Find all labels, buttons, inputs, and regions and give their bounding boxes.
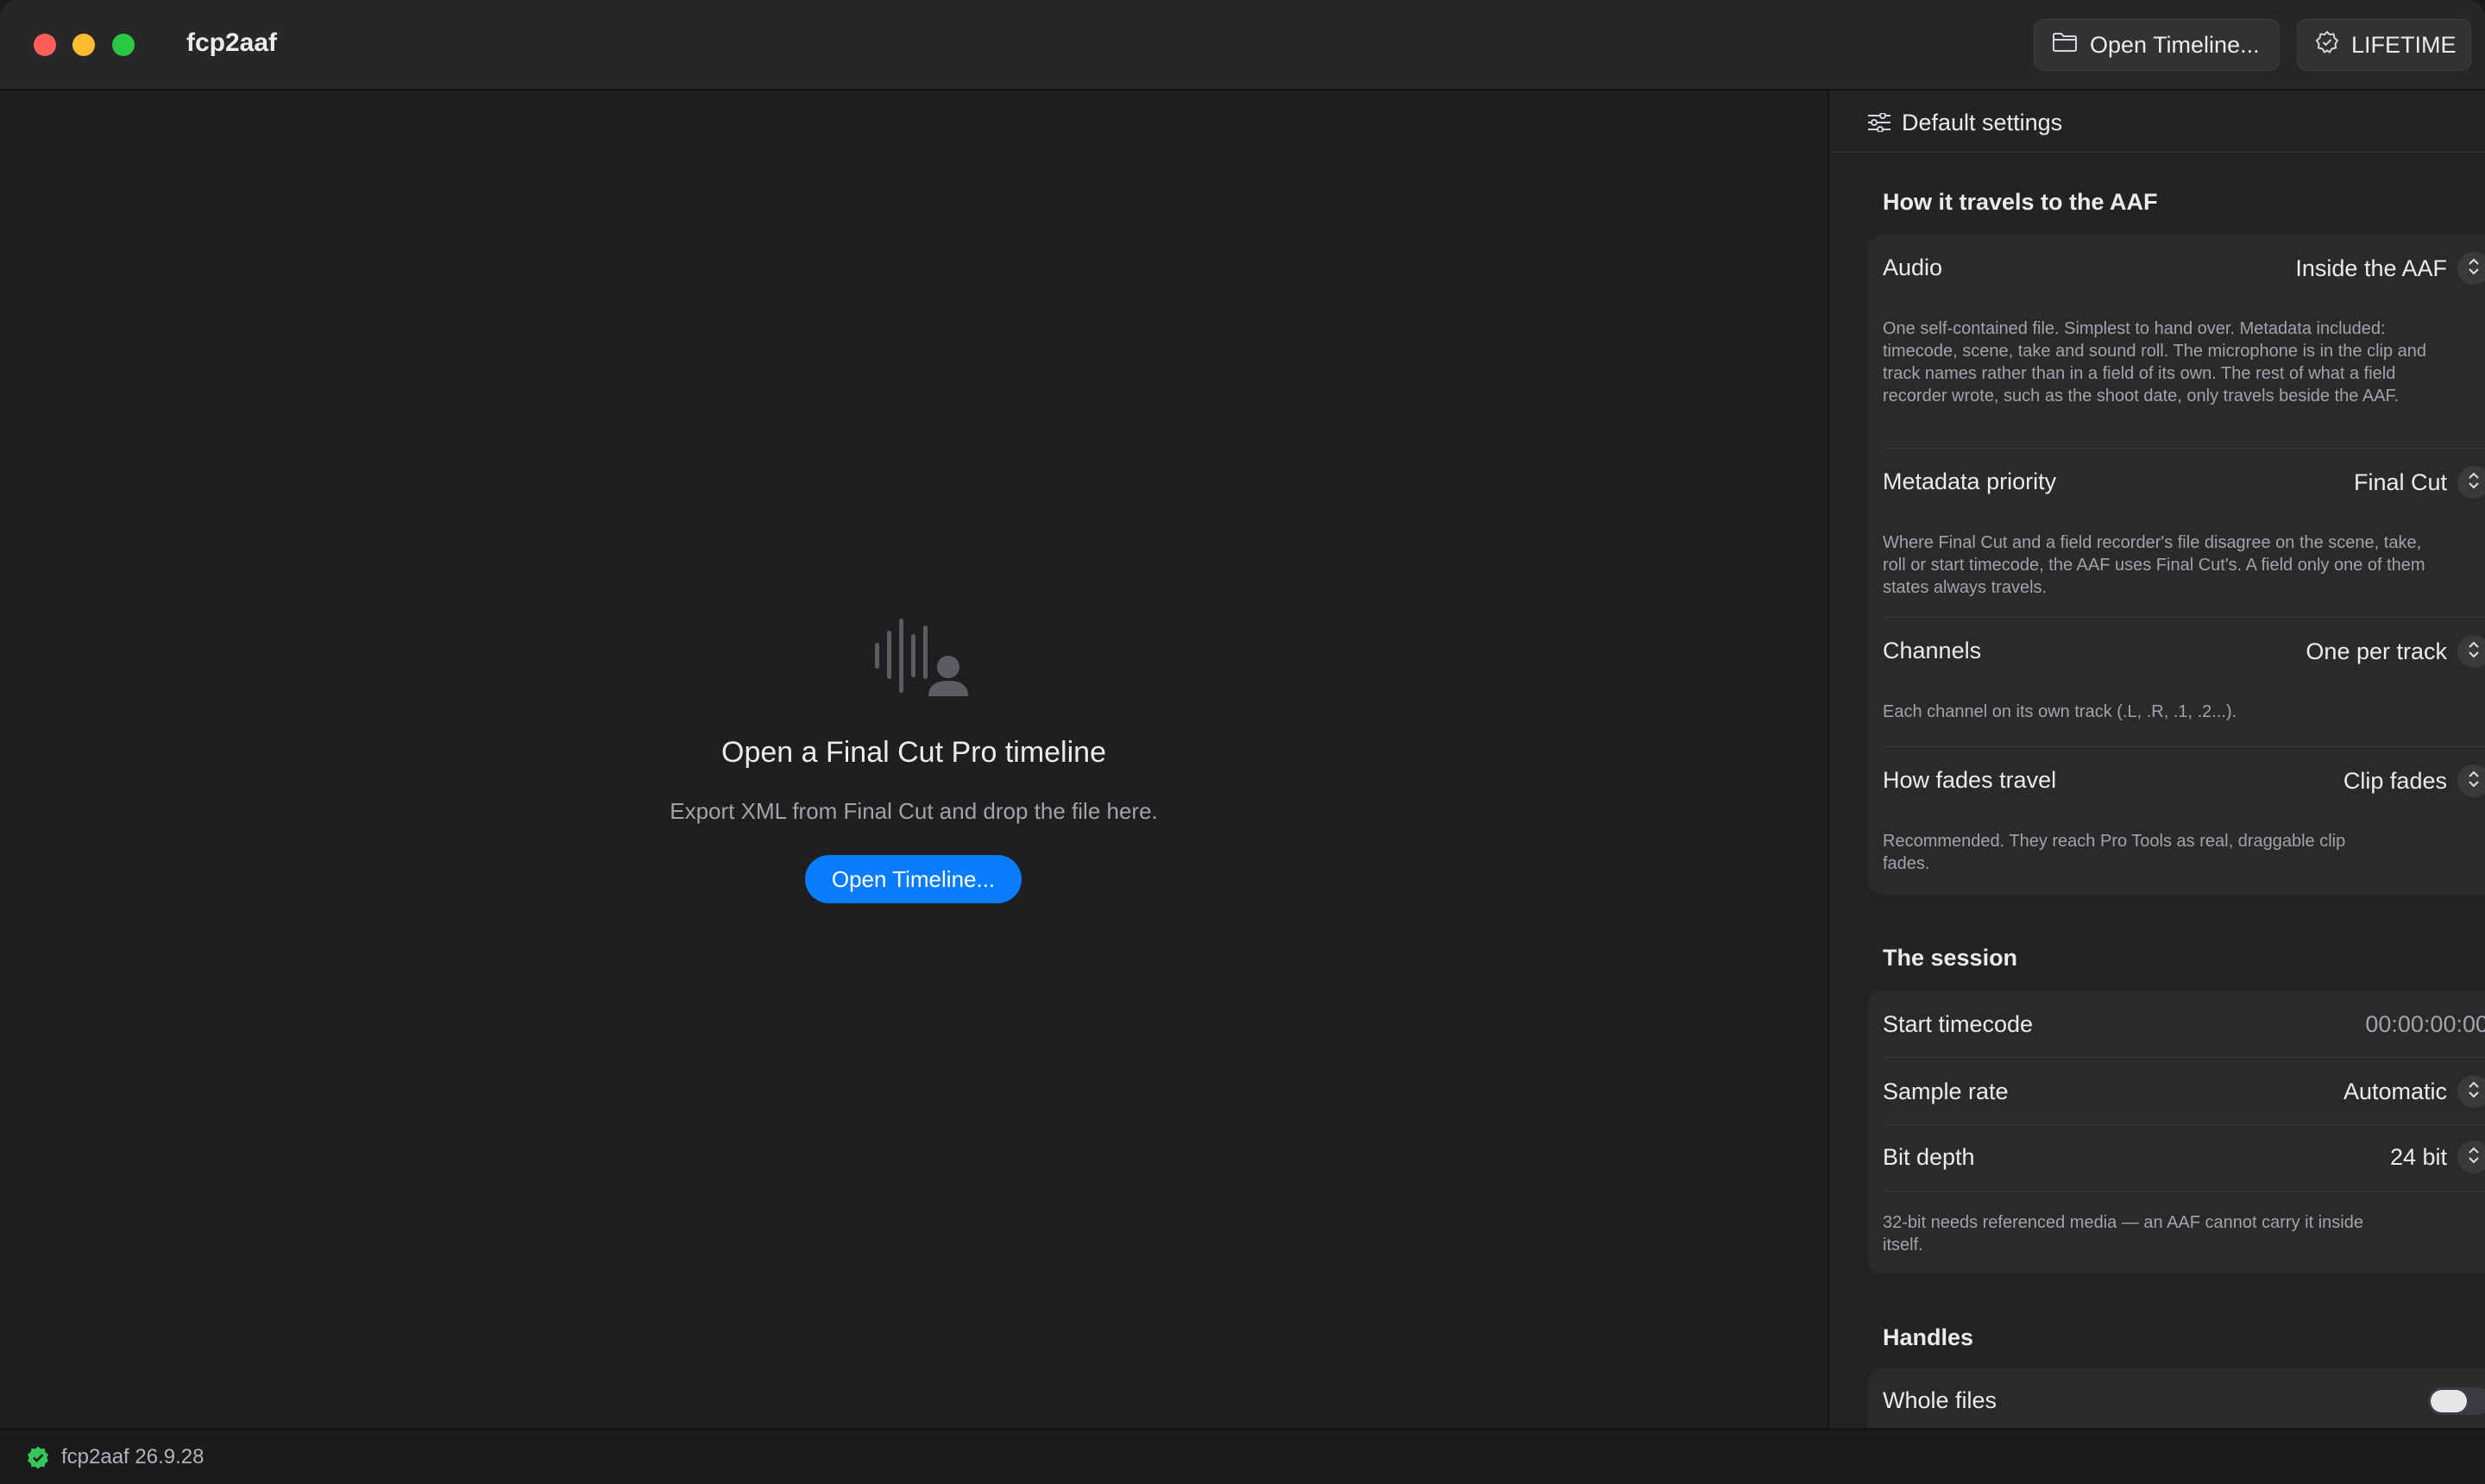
- audio-label: Audio: [1883, 255, 1943, 280]
- channels-value[interactable]: One per track: [2306, 638, 2447, 665]
- fades-description: Recommended. They reach Pro Tools as rea…: [1883, 832, 2346, 873]
- channels-stepper[interactable]: [2457, 635, 2485, 668]
- setting-row-bit-depth: Bit depth 24 bit 32-bit needs referenced…: [1867, 1125, 2485, 1273]
- toggle-knob: [2431, 1390, 2467, 1412]
- bit-depth-description: 32-bit needs referenced media — an AAF c…: [1883, 1213, 2363, 1254]
- metadata-priority-description: Where Final Cut and a field recorder's f…: [1883, 533, 2425, 597]
- metadata-priority-label: Metadata priority: [1883, 468, 2057, 494]
- metadata-priority-value[interactable]: Final Cut: [2354, 469, 2447, 496]
- handles-settings-group: Whole files: [1867, 1368, 2485, 1428]
- channels-description: Each channel on its own track (.L, .R, .…: [1883, 702, 2237, 721]
- timeline-drop-area[interactable]: Open a Final Cut Pro timeline Export XML…: [0, 91, 1828, 1428]
- chevron-up-down-icon: [2467, 640, 2481, 663]
- whole-files-label: Whole files: [1883, 1387, 1997, 1413]
- zoom-window-button[interactable]: [112, 34, 135, 56]
- session-settings-group: Start timecode 00:00:00:00 Sample rate A…: [1867, 990, 2485, 1273]
- settings-header-label: Default settings: [1902, 110, 2063, 135]
- folder-icon: [2052, 32, 2078, 59]
- toolbar-open-timeline-label: Open Timeline...: [2090, 31, 2260, 58]
- lifetime-label: LIFETIME: [2351, 31, 2457, 58]
- title-bar: fcp2aaf Open Timeline... LIFETIME: [0, 0, 2485, 91]
- setting-row-channels: Channels One per track Each channel on i…: [1867, 618, 2485, 747]
- verified-check-icon: [26, 1445, 50, 1474]
- bit-depth-value[interactable]: 24 bit: [2390, 1144, 2447, 1171]
- settings-sidebar: Default settings How it travels to the A…: [1828, 91, 2485, 1428]
- whole-files-toggle[interactable]: [2428, 1387, 2485, 1415]
- fades-stepper[interactable]: [2457, 764, 2485, 797]
- empty-state-subtitle: Export XML from Final Cut and drop the f…: [670, 798, 1158, 824]
- start-timecode-value[interactable]: 00:00:00:00: [2365, 1011, 2485, 1038]
- setting-row-fades: How fades travel Clip fades Recommended.…: [1867, 747, 2485, 895]
- app-window: fcp2aaf Open Timeline... LIFETIME Open a…: [0, 0, 2485, 1484]
- setting-row-start-timecode: Start timecode 00:00:00:00: [1867, 990, 2485, 1058]
- minimize-window-button[interactable]: [72, 34, 95, 56]
- setting-row-sample-rate: Sample rate Automatic: [1867, 1058, 2485, 1125]
- chevron-up-down-icon: [2467, 1146, 2481, 1169]
- empty-state-title: Open a Final Cut Pro timeline: [721, 736, 1106, 769]
- version-label: fcp2aaf 26.9.28: [61, 1445, 204, 1468]
- chevron-up-down-icon: [2467, 257, 2481, 280]
- bit-depth-stepper[interactable]: [2457, 1141, 2485, 1173]
- sample-rate-label: Sample rate: [1883, 1078, 2009, 1104]
- section-title-session: The session: [1883, 945, 2018, 971]
- fades-label: How fades travel: [1883, 767, 2057, 793]
- settings-header: Default settings: [1829, 91, 2485, 153]
- divider: [1883, 1191, 2485, 1192]
- channels-label: Channels: [1883, 638, 1982, 663]
- sample-rate-value[interactable]: Automatic: [2343, 1078, 2447, 1105]
- chevron-up-down-icon: [2467, 770, 2481, 793]
- metadata-priority-stepper[interactable]: [2457, 466, 2485, 499]
- setting-row-whole-files: Whole files: [1867, 1368, 2485, 1428]
- audio-stepper[interactable]: [2457, 252, 2485, 285]
- start-timecode-label: Start timecode: [1883, 1011, 2034, 1037]
- sliders-icon: [1867, 112, 1891, 136]
- chevron-up-down-icon: [2467, 471, 2481, 494]
- sample-rate-stepper[interactable]: [2457, 1075, 2485, 1108]
- chevron-up-down-icon: [2467, 1080, 2481, 1104]
- audio-value[interactable]: Inside the AAF: [2295, 255, 2447, 282]
- setting-row-metadata-priority: Metadata priority Final Cut Where Final …: [1867, 449, 2485, 618]
- close-window-button[interactable]: [34, 34, 56, 56]
- section-title-handles: Handles: [1883, 1324, 1974, 1350]
- fades-value[interactable]: Clip fades: [2343, 768, 2447, 795]
- verified-badge-icon: [2315, 30, 2339, 60]
- toolbar-open-timeline-button[interactable]: Open Timeline...: [2034, 19, 2280, 71]
- audio-description: One self-contained file. Simplest to han…: [1883, 319, 2426, 406]
- app-title: fcp2aaf: [186, 28, 278, 57]
- open-timeline-button[interactable]: Open Timeline...: [805, 855, 1022, 903]
- travel-settings-group: Audio Inside the AAF One self-contained …: [1867, 235, 2485, 895]
- status-bar: fcp2aaf 26.9.28: [0, 1428, 2485, 1484]
- lifetime-license-button[interactable]: LIFETIME: [2297, 19, 2471, 71]
- section-title-travel: How it travels to the AAF: [1883, 189, 2158, 215]
- bit-depth-label: Bit depth: [1883, 1144, 1975, 1170]
- audio-person-icon: [871, 619, 971, 709]
- setting-row-audio: Audio Inside the AAF One self-contained …: [1867, 235, 2485, 449]
